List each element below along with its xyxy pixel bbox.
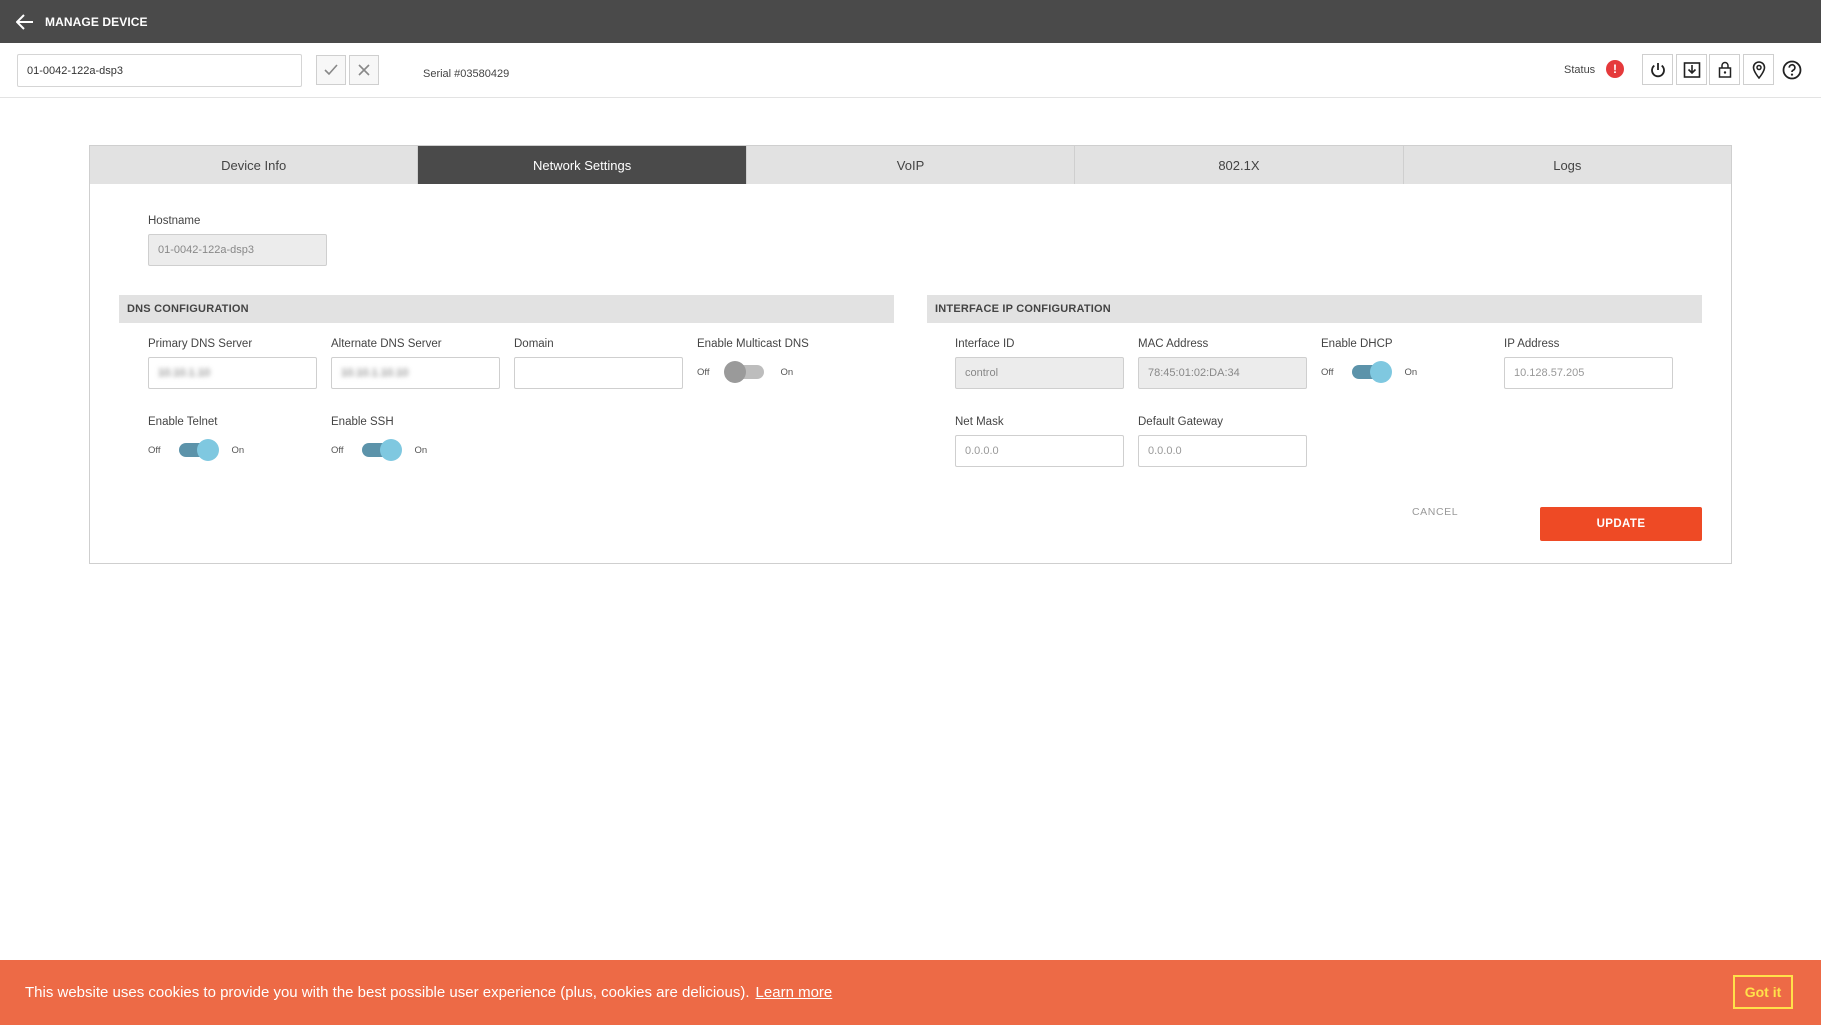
gateway-value: 0.0.0.0: [1148, 445, 1182, 457]
tab-logs[interactable]: Logs: [1404, 146, 1731, 184]
status-alert-icon[interactable]: !: [1606, 60, 1624, 78]
toggle-knob: [196, 439, 219, 461]
ip-address-label: IP Address: [1504, 338, 1560, 350]
cookie-message: This website uses cookies to provide you…: [25, 984, 750, 1001]
telnet-toggle[interactable]: Off On: [148, 439, 244, 461]
cancel-name-button[interactable]: [349, 55, 379, 85]
interface-id-value: control: [965, 367, 999, 379]
got-it-button[interactable]: Got it: [1733, 975, 1793, 1009]
netmask-label: Net Mask: [955, 416, 1004, 428]
learn-more-link[interactable]: Learn more: [756, 984, 833, 1001]
toggle-off-label: Off: [697, 366, 710, 378]
toggle-switch[interactable]: [361, 439, 402, 461]
toggle-knob: [723, 361, 746, 383]
alternate-dns-label: Alternate DNS Server: [331, 338, 442, 350]
ssh-toggle[interactable]: Off On: [331, 439, 427, 461]
location-pin-icon: [1752, 60, 1765, 79]
ip-address-value: 10.128.57.205: [1514, 367, 1585, 379]
toggle-on-label: On: [414, 444, 428, 456]
help-button[interactable]: [1776, 54, 1807, 85]
toggle-off-label: Off: [148, 444, 161, 456]
confirm-name-button[interactable]: [316, 55, 346, 85]
primary-dns-label: Primary DNS Server: [148, 338, 253, 350]
top-bar: MANAGE DEVICE: [0, 0, 1821, 43]
netmask-value: 0.0.0.0: [965, 445, 999, 457]
dhcp-label: Enable DHCP: [1321, 338, 1393, 350]
mac-address-field: 78:45:01:02:DA:34: [1138, 357, 1307, 389]
toggle-on-label: On: [780, 366, 794, 378]
status-label: Status: [1564, 64, 1596, 76]
primary-dns-value: 10.10.1.10: [158, 367, 210, 379]
tab-device-info[interactable]: Device Info: [90, 146, 419, 184]
domain-label: Domain: [514, 338, 554, 350]
device-name-input[interactable]: [17, 54, 302, 87]
help-icon: [1782, 60, 1801, 79]
interface-id-field: control: [955, 357, 1124, 389]
toggle-on-label: On: [231, 444, 245, 456]
toggle-off-label: Off: [331, 444, 344, 456]
alternate-dns-value: 10.10.1.10.10: [341, 367, 409, 379]
multicast-dns-label: Enable Multicast DNS: [697, 338, 809, 350]
toggle-knob: [379, 439, 402, 461]
interface-section-header: INTERFACE IP CONFIGURATION: [927, 295, 1702, 323]
locate-button[interactable]: [1743, 54, 1774, 85]
lock-icon: [1718, 61, 1731, 78]
page-title: MANAGE DEVICE: [45, 14, 148, 29]
hostname-field: 01-0042-122a-dsp3: [148, 234, 327, 266]
lock-button[interactable]: [1709, 54, 1740, 85]
domain-input[interactable]: [514, 357, 683, 389]
netmask-input[interactable]: 0.0.0.0: [955, 435, 1124, 467]
network-settings-panel: Device Info Network Settings VoIP 802.1X…: [89, 145, 1732, 564]
download-button[interactable]: [1676, 54, 1707, 85]
close-icon: [358, 64, 370, 76]
serial-number: Serial #03580429: [423, 68, 510, 80]
cancel-button[interactable]: CANCEL: [1412, 506, 1458, 518]
tab-network-settings[interactable]: Network Settings: [418, 146, 747, 184]
toggle-switch[interactable]: [1351, 361, 1392, 383]
cookie-banner: This website uses cookies to provide you…: [0, 960, 1821, 1025]
toggle-switch[interactable]: [723, 361, 764, 383]
primary-dns-input[interactable]: 10.10.1.10: [148, 357, 317, 389]
check-icon: [324, 64, 338, 76]
device-toolbar: Serial #03580429 Status !: [0, 43, 1821, 98]
multicast-dns-toggle[interactable]: Off On: [697, 361, 793, 383]
ssh-label: Enable SSH: [331, 416, 394, 428]
gateway-label: Default Gateway: [1138, 416, 1224, 428]
tab-802-1x[interactable]: 802.1X: [1075, 146, 1404, 184]
download-icon: [1683, 61, 1700, 78]
tab-voip[interactable]: VoIP: [747, 146, 1076, 184]
hostname-label: Hostname: [148, 215, 201, 227]
back-arrow-icon[interactable]: [13, 10, 37, 34]
toggle-switch[interactable]: [178, 439, 219, 461]
alternate-dns-input[interactable]: 10.10.1.10.10: [331, 357, 500, 389]
dns-section-header: DNS CONFIGURATION: [119, 295, 894, 323]
power-button[interactable]: [1642, 54, 1673, 85]
update-button[interactable]: UPDATE: [1540, 507, 1702, 541]
toggle-off-label: Off: [1321, 366, 1334, 378]
gateway-input[interactable]: 0.0.0.0: [1138, 435, 1307, 467]
ip-address-input[interactable]: 10.128.57.205: [1504, 357, 1673, 389]
tab-bar: Device Info Network Settings VoIP 802.1X…: [90, 146, 1731, 184]
mac-address-value: 78:45:01:02:DA:34: [1148, 367, 1240, 379]
telnet-label: Enable Telnet: [148, 416, 218, 428]
interface-id-label: Interface ID: [955, 338, 1015, 350]
mac-address-label: MAC Address: [1138, 338, 1209, 350]
toggle-knob: [1369, 361, 1392, 383]
power-icon: [1650, 62, 1665, 77]
dhcp-toggle[interactable]: Off On: [1321, 361, 1417, 383]
hostname-value: 01-0042-122a-dsp3: [158, 244, 255, 256]
toggle-on-label: On: [1404, 366, 1418, 378]
